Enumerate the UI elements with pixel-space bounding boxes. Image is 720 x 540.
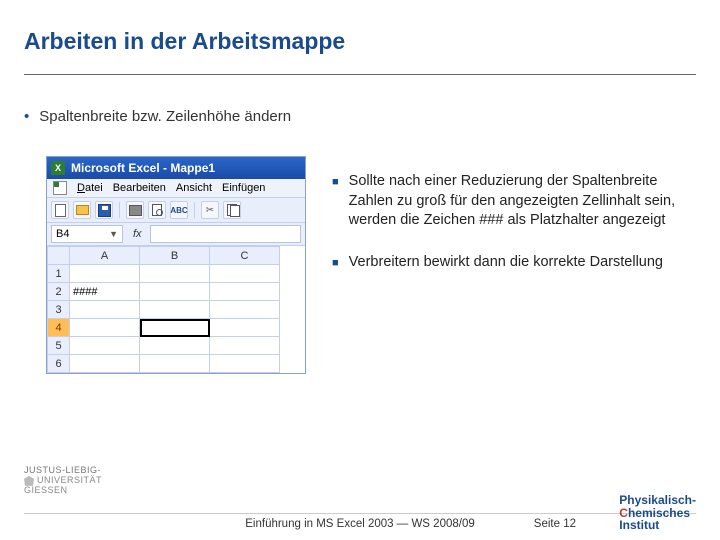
bullet-dot-icon: • (24, 108, 29, 125)
cut-icon[interactable]: ✂ (201, 201, 219, 219)
footer-page: Seite 12 (534, 518, 576, 530)
menu-ansicht[interactable]: Ansicht (176, 182, 212, 194)
slide-title: Arbeiten in der Arbeitsmappe (24, 28, 345, 55)
select-all-corner[interactable] (48, 247, 70, 265)
cell[interactable] (140, 301, 210, 319)
window-titlebar: X Microsoft Excel - Mappe1 (47, 157, 305, 179)
footer-uni-line2: UNIVERSITÄT (37, 475, 102, 485)
col-header-b[interactable]: B (140, 247, 210, 265)
excel-screenshot: X Microsoft Excel - Mappe1 Datei Bearbei… (46, 156, 306, 374)
menu-einfuegen[interactable]: Einfügen (222, 182, 265, 194)
cell[interactable] (70, 337, 140, 355)
cell[interactable] (140, 337, 210, 355)
footer-divider (24, 513, 696, 514)
bullet-right-2: ■ Verbreitern bewirkt dann die korrekte … (332, 253, 688, 273)
toolbar: ABC ✂ (47, 198, 305, 223)
bullet-right-1: ■ Sollte nach einer Reduzierung der Spal… (332, 172, 688, 231)
name-box[interactable]: B4 ▼ (51, 225, 123, 243)
save-icon[interactable] (95, 201, 113, 219)
new-icon[interactable] (51, 201, 69, 219)
name-box-value: B4 (56, 228, 69, 240)
excel-app-icon: X (51, 161, 65, 175)
row-header[interactable]: 4 (48, 319, 70, 337)
row-header[interactable]: 3 (48, 301, 70, 319)
cell[interactable] (210, 319, 280, 337)
footer-inst-l3: Institut (619, 518, 659, 532)
cell[interactable] (140, 283, 210, 301)
cell[interactable] (70, 319, 140, 337)
menubar: Datei Bearbeiten Ansicht Einfügen (47, 179, 305, 198)
col-header-c[interactable]: C (210, 247, 280, 265)
menu-datei[interactable]: Datei (77, 182, 103, 194)
cell[interactable] (70, 301, 140, 319)
cell[interactable] (210, 283, 280, 301)
bullet-main-text: Spaltenbreite bzw. Zeilenhöhe ändern (39, 108, 291, 125)
footer-institute: Physikalisch- Chemisches Institut (619, 494, 696, 532)
formula-bar-row: B4 ▼ fx (47, 223, 305, 246)
toolbar-separator (119, 202, 120, 218)
cell[interactable] (210, 301, 280, 319)
square-bullet-icon: ■ (332, 256, 339, 273)
footer-center: Einführung in MS Excel 2003 ― WS 2008/09 (24, 518, 696, 530)
print-icon[interactable] (126, 201, 144, 219)
row-header[interactable]: 1 (48, 265, 70, 283)
open-icon[interactable] (73, 201, 91, 219)
footer-uni-line3: GIESSEN (24, 485, 68, 495)
cell[interactable] (70, 265, 140, 283)
square-bullet-icon: ■ (332, 175, 339, 231)
window-title: Microsoft Excel - Mappe1 (71, 161, 215, 175)
toolbar-separator (194, 202, 195, 218)
copy-icon[interactable] (223, 201, 241, 219)
cell[interactable] (210, 265, 280, 283)
slide-footer: JUSTUS-LIEBIG- UNIVERSITÄT GIESSEN Einfü… (24, 513, 696, 530)
row-header[interactable]: 2 (48, 283, 70, 301)
print-preview-icon[interactable] (148, 201, 166, 219)
row-header[interactable]: 5 (48, 337, 70, 355)
cell[interactable] (210, 337, 280, 355)
spellcheck-icon[interactable]: ABC (170, 201, 188, 219)
bullet-right-1-text: Sollte nach einer Reduzierung der Spalte… (349, 172, 688, 231)
workbook-icon (53, 181, 67, 195)
menu-bearbeiten[interactable]: Bearbeiten (113, 182, 166, 194)
right-bullet-column: ■ Sollte nach einer Reduzierung der Spal… (332, 172, 688, 294)
chevron-down-icon[interactable]: ▼ (109, 229, 118, 239)
fx-label[interactable]: fx (133, 228, 142, 240)
bullet-right-2-text: Verbreitern bewirkt dann die korrekte Da… (349, 253, 663, 273)
worksheet-grid[interactable]: A B C 1 2#### 3 4 5 6 (47, 246, 280, 373)
title-divider (24, 74, 696, 75)
row-header[interactable]: 6 (48, 355, 70, 373)
footer-university: JUSTUS-LIEBIG- UNIVERSITÄT GIESSEN (24, 466, 102, 496)
bullet-main: • Spaltenbreite bzw. Zeilenhöhe ändern (24, 108, 291, 125)
cell-b4-selected[interactable] (140, 319, 210, 337)
formula-bar[interactable] (150, 225, 301, 243)
cell[interactable] (210, 355, 280, 373)
cell-a2[interactable]: #### (70, 283, 140, 301)
cell[interactable] (70, 355, 140, 373)
crest-icon (24, 476, 34, 486)
footer-uni-line1: JUSTUS-LIEBIG- (24, 465, 101, 475)
cell[interactable] (140, 355, 210, 373)
col-header-a[interactable]: A (70, 247, 140, 265)
cell[interactable] (140, 265, 210, 283)
